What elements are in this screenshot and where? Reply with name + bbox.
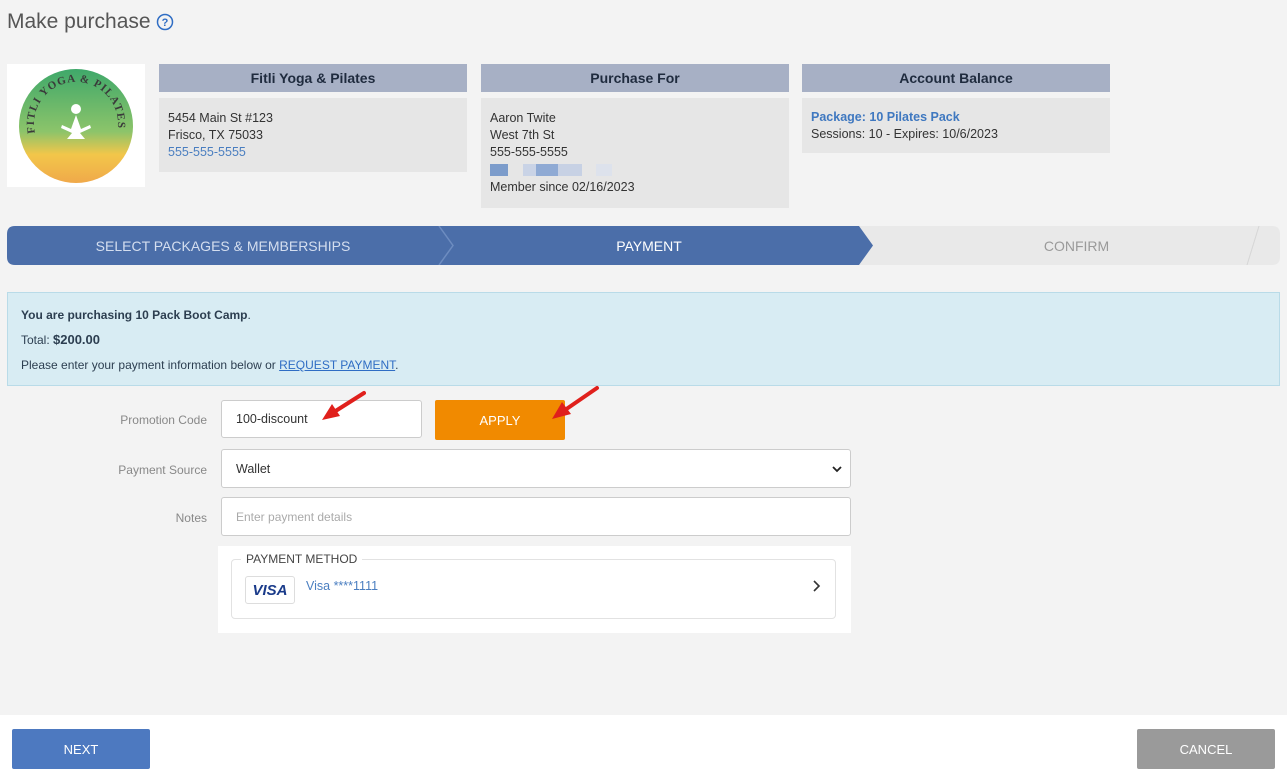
page-title-text: Make purchase xyxy=(7,10,151,33)
purchase-info-box: You are purchasing 10 Pack Boot Camp. To… xyxy=(7,292,1280,386)
purchase-item: 10 Pack Boot Camp xyxy=(135,308,248,322)
purchase-for-card: Purchase For Aaron Twite West 7th St 555… xyxy=(481,64,789,208)
account-balance-header: Account Balance xyxy=(802,64,1110,92)
saved-card-label: Visa ****1111 xyxy=(306,579,379,593)
visa-icon: VISA xyxy=(245,576,295,604)
payment-method-panel: PAYMENT METHOD VISA Visa ****1111 xyxy=(218,546,851,633)
step-confirm: CONFIRM xyxy=(1043,237,1110,254)
package-name: Package: 10 Pilates Pack xyxy=(811,110,960,124)
promo-code-label: Promotion Code xyxy=(120,413,207,427)
annotation-arrow-promo xyxy=(322,391,366,420)
notes-label: Notes xyxy=(175,511,207,525)
footer-bar: NEXT CANCEL xyxy=(0,715,1287,777)
studio-address1: 5454 Main St #123 xyxy=(168,111,273,125)
payment-source-value: Wallet xyxy=(236,461,271,476)
package-sessions: Sessions: 10 - Expires: 10/6/2023 xyxy=(811,127,998,141)
studio-address2: Frisco, TX 75033 xyxy=(168,128,263,142)
studio-header: Fitli Yoga & Pilates xyxy=(159,64,467,92)
notes-input[interactable]: Enter payment details xyxy=(221,497,851,536)
studio-logo: FITLI YOGA & PILATES xyxy=(7,64,145,187)
apply-button[interactable]: APPLY xyxy=(435,400,565,440)
checkout-steps: SELECT PACKAGES & MEMBERSHIPS PAYMENT CO… xyxy=(7,226,1280,265)
step-select-packages: SELECT PACKAGES & MEMBERSHIPS xyxy=(95,237,351,254)
cancel-button[interactable]: CANCEL xyxy=(1137,729,1275,769)
page-title: Make purchase ? xyxy=(7,10,174,34)
svg-text:?: ? xyxy=(161,17,168,29)
next-button[interactable]: NEXT xyxy=(12,729,150,769)
studio-card: Fitli Yoga & Pilates 5454 Main St #123 F… xyxy=(159,64,467,172)
customer-name: Aaron Twite xyxy=(490,111,556,125)
purchase-total: Total: $200.00 xyxy=(21,332,101,347)
purchase-for-header: Purchase For xyxy=(481,64,789,92)
member-since: Member since 02/16/2023 xyxy=(490,180,635,194)
step-payment: PAYMENT xyxy=(616,237,682,254)
customer-phone: 555-555-5555 xyxy=(490,145,568,159)
payment-method-legend: PAYMENT METHOD xyxy=(241,552,363,566)
annotation-arrow-apply xyxy=(552,386,599,419)
payment-source-select[interactable]: Wallet xyxy=(221,449,851,488)
request-payment-link[interactable]: REQUEST PAYMENT xyxy=(279,358,395,372)
redacted-block xyxy=(490,161,780,179)
chevron-down-icon xyxy=(832,462,842,476)
customer-street: West 7th St xyxy=(490,128,555,142)
chevron-right-icon[interactable] xyxy=(812,577,822,598)
studio-phone-link[interactable]: 555-555-5555 xyxy=(168,144,458,161)
account-balance-card: Account Balance Package: 10 Pilates Pack… xyxy=(802,64,1110,153)
help-icon[interactable]: ? xyxy=(156,13,174,31)
payment-instructions: Please enter your payment information be… xyxy=(21,358,399,372)
total-value: $200.00 xyxy=(53,332,101,347)
payment-source-label: Payment Source xyxy=(118,463,207,477)
payment-method-card[interactable]: PAYMENT METHOD VISA Visa ****1111 xyxy=(231,552,836,619)
purchase-summary: You are purchasing 10 Pack Boot Camp. xyxy=(21,308,251,322)
